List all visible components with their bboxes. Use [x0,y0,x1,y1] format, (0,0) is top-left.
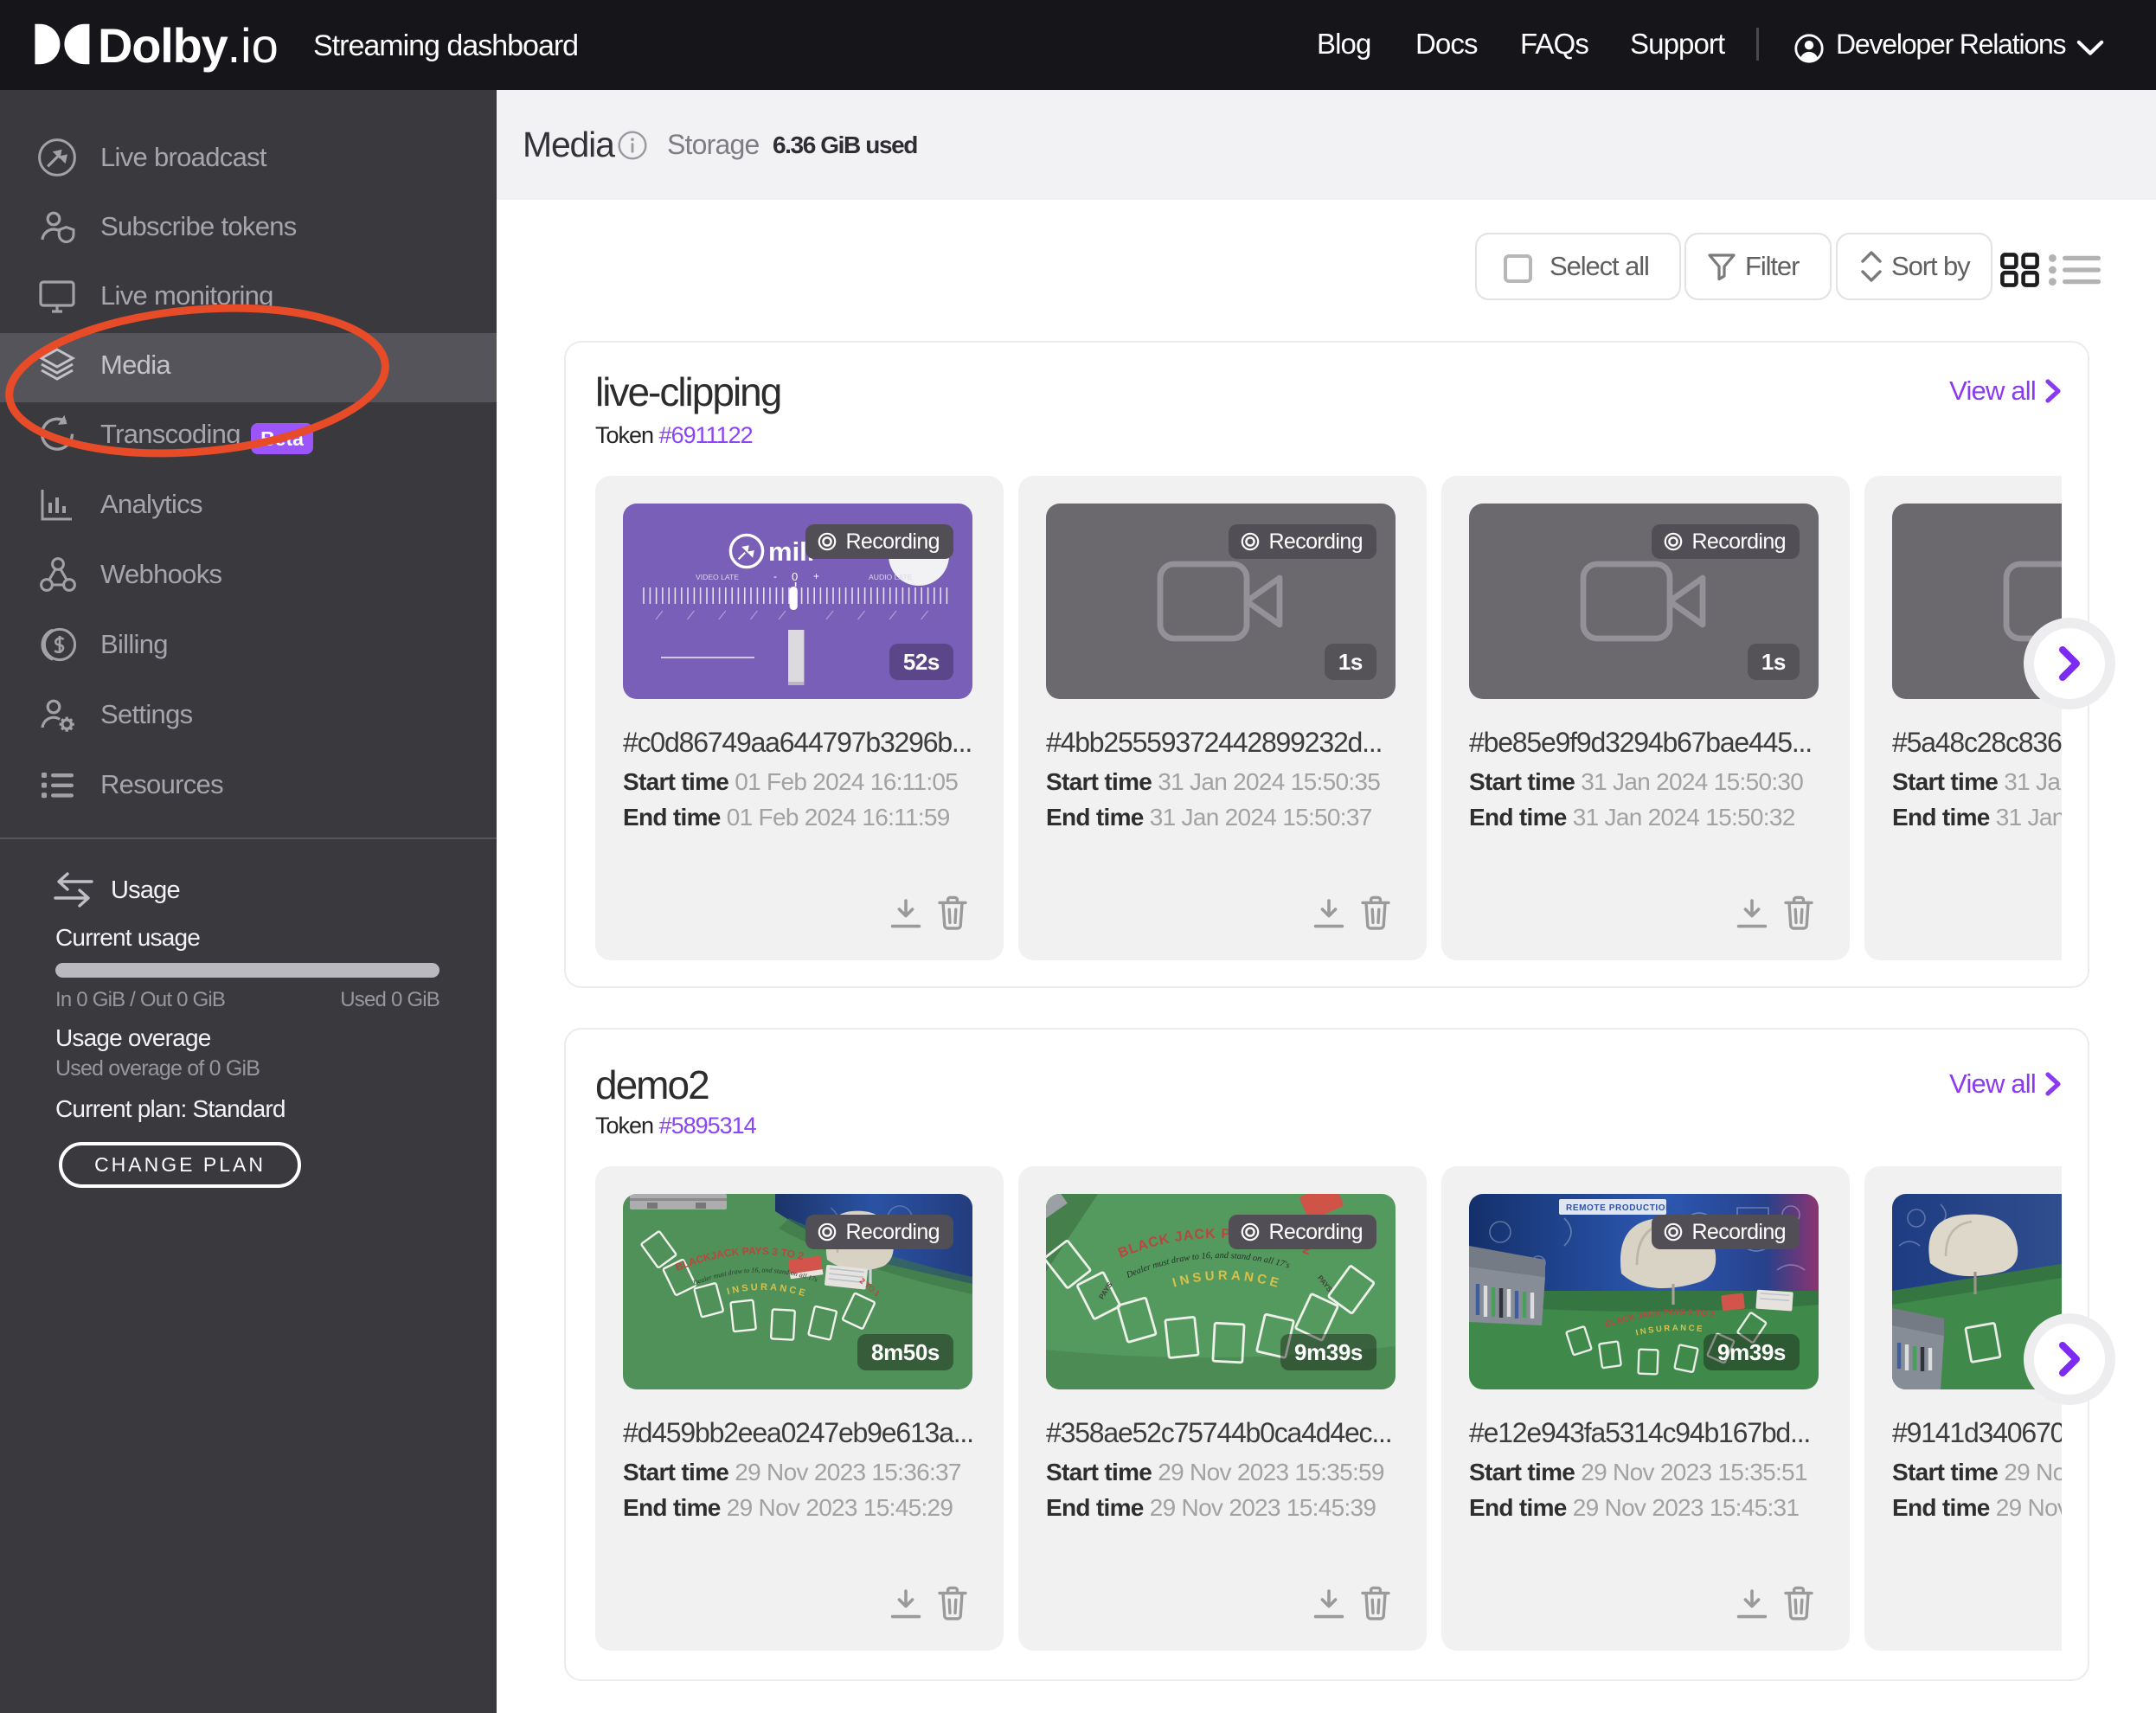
svg-text:+: + [813,570,819,582]
svg-text:-: - [773,570,777,582]
svg-text:REMOTE PRODUCTION: REMOTE PRODUCTION [1566,1203,1672,1213]
svg-text:VIDEO LATE: VIDEO LATE [696,573,739,581]
svg-text:AUDIO LATE: AUDIO LATE [869,573,913,581]
svg-text:0: 0 [792,570,798,583]
